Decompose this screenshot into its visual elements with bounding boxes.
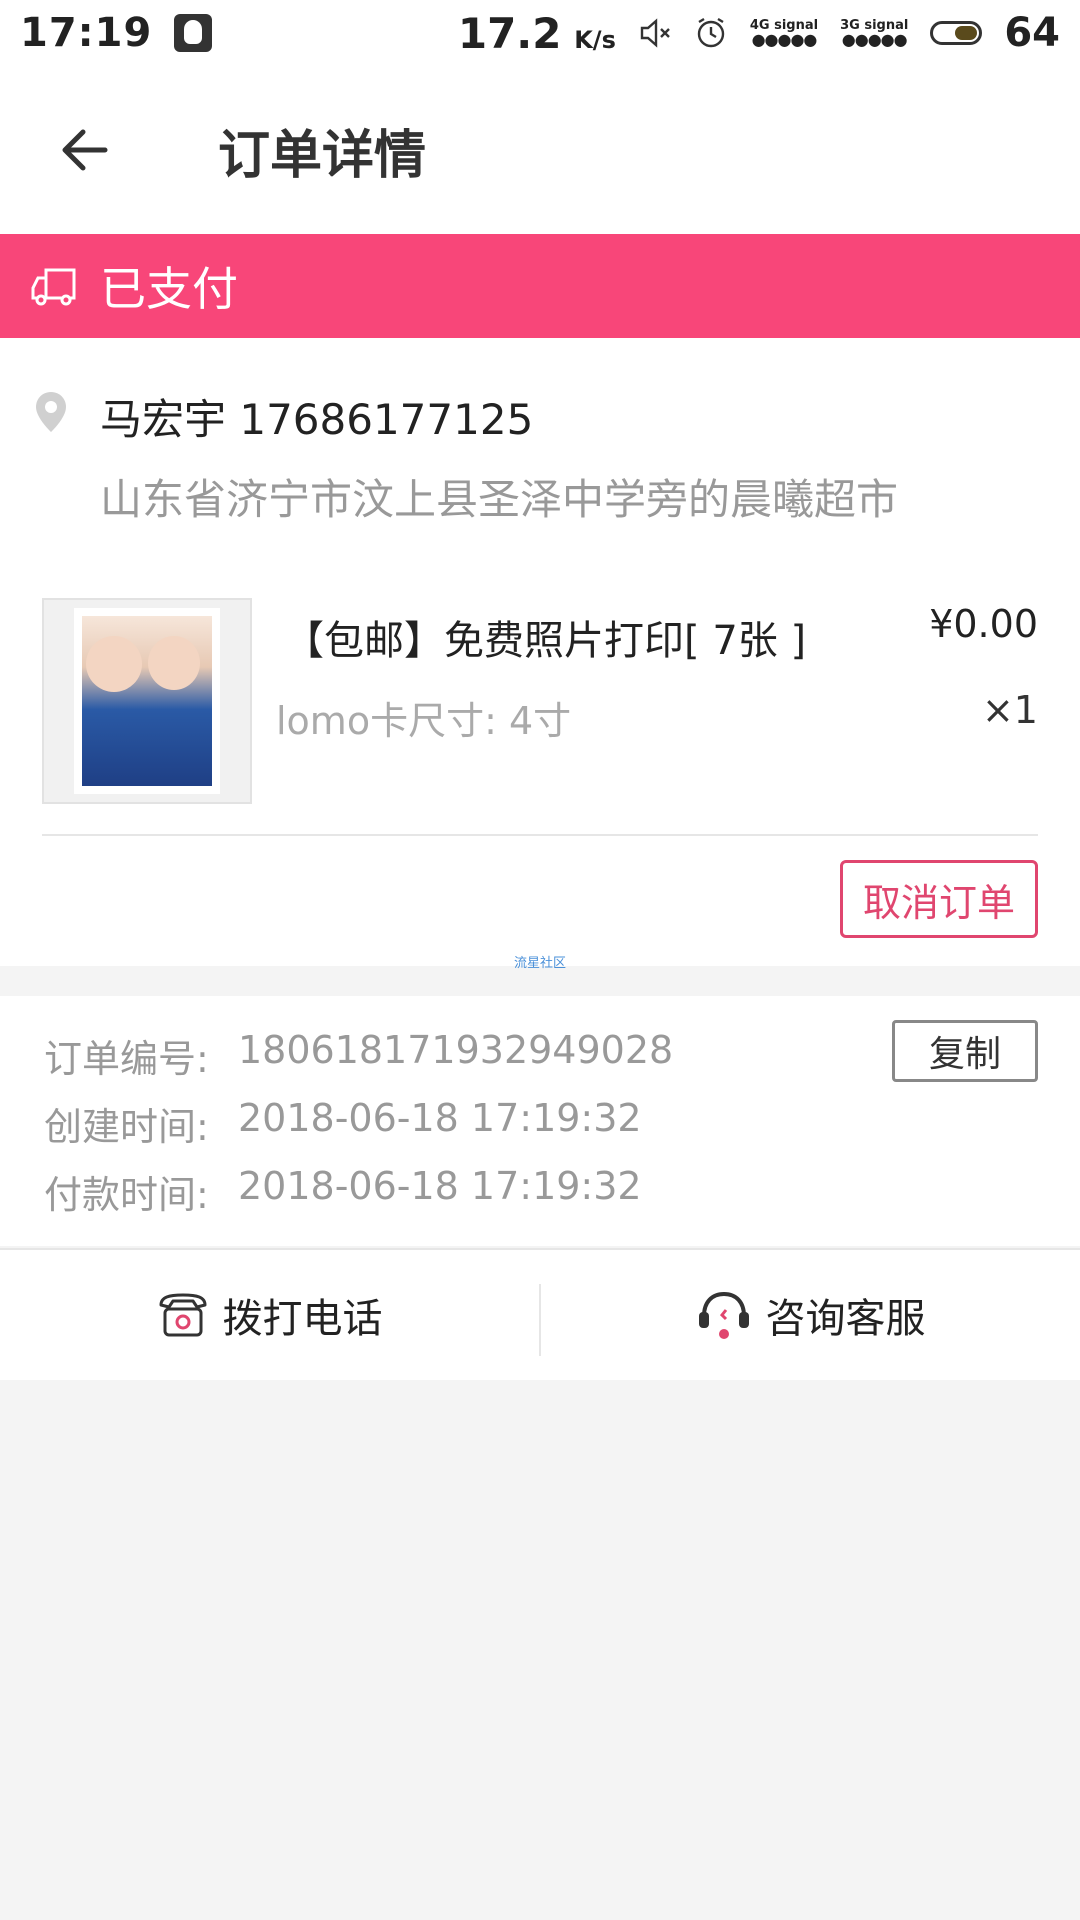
paid-time-value: 2018-06-18 17:19:32 xyxy=(238,1164,642,1208)
network-speed-value: 17.2 xyxy=(457,8,562,58)
headset-icon xyxy=(698,1291,749,1339)
network-speed: 17.2 K/s xyxy=(458,9,616,58)
product-quantity: ×1 xyxy=(981,688,1038,732)
location-pin-icon xyxy=(36,392,66,432)
signal-3g-icon: 3G signal ●●●●● xyxy=(840,18,909,49)
product-thumbnail[interactable] xyxy=(42,598,252,804)
qq-notification-icon xyxy=(174,14,213,52)
watermark-text: 流星社区 xyxy=(514,956,567,971)
order-detail-page: 17:19 17.2 K/s 4G signal ●●●●● 3G signal xyxy=(0,0,1080,1920)
recipient-address: 山东省济宁市汶上县圣泽中学旁的晨曦超市 xyxy=(100,475,899,524)
product-card: 【包邮】免费照片打印[ 7张 ] lomo卡尺寸: 4寸 ¥0.00 ×1 取消… xyxy=(0,558,1080,971)
recipient-name-phone: 马宏宇 17686177125 xyxy=(100,395,534,444)
page-title: 订单详情 xyxy=(218,125,427,186)
order-info: 订单编号: 180618171932949028 复制 创建时间: 2018-0… xyxy=(0,996,1080,1246)
back-button[interactable] xyxy=(0,66,170,234)
order-number-value: 180618171932949028 xyxy=(238,1028,674,1072)
arrow-left-icon xyxy=(62,129,108,171)
copy-order-number-button[interactable]: 复制 xyxy=(892,1020,1038,1082)
customer-service-label: 咨询客服 xyxy=(765,1296,926,1342)
divider xyxy=(42,834,1038,836)
order-number-row: 订单编号: 180618171932949028 xyxy=(44,1028,673,1083)
truck-icon xyxy=(31,268,76,306)
status-bar: 17:19 17.2 K/s 4G signal ●●●●● 3G signal xyxy=(0,0,1080,66)
call-label: 拨打电话 xyxy=(222,1296,383,1342)
status-right-group: 17.2 K/s 4G signal ●●●●● 3G signal ●●●●● xyxy=(458,9,1060,58)
created-time-row: 创建时间: 2018-06-18 17:19:32 xyxy=(44,1096,642,1151)
product-price: ¥0.00 xyxy=(929,602,1038,646)
telephone-icon xyxy=(159,1293,206,1337)
paid-time-label: 付款时间: xyxy=(44,1173,209,1217)
mute-icon xyxy=(640,18,670,48)
status-time: 17:19 xyxy=(20,10,153,56)
signal-4g-icon: 4G signal ●●●●● xyxy=(749,18,819,49)
cancel-order-button[interactable]: 取消订单 xyxy=(840,860,1038,938)
customer-service-button[interactable]: 咨询客服 xyxy=(541,1250,1080,1380)
battery-icon xyxy=(930,21,983,45)
network-speed-unit: K/s xyxy=(574,25,616,54)
shipping-address: 马宏宇 17686177125 山东省济宁市汶上县圣泽中学旁的晨曦超市 xyxy=(0,338,1080,558)
alarm-icon xyxy=(697,17,725,48)
product-spec: lomo卡尺寸: 4寸 xyxy=(276,699,572,743)
battery-level: 64 xyxy=(1004,10,1060,56)
created-time-value: 2018-06-18 17:19:32 xyxy=(238,1096,642,1140)
bottom-action-bar: 拨打电话 咨询客服 xyxy=(0,1248,1080,1380)
order-number-label: 订单编号: xyxy=(44,1037,209,1081)
product-title: 【包邮】免费照片打印[ 7张 ] xyxy=(284,618,807,664)
created-time-label: 创建时间: xyxy=(44,1105,209,1149)
order-status-label: 已支付 xyxy=(100,262,238,316)
app-header: 订单详情 xyxy=(0,66,1080,234)
photo-image xyxy=(82,616,212,786)
order-status-banner: 已支付 xyxy=(0,234,1080,338)
call-button[interactable]: 拨打电话 xyxy=(0,1250,539,1380)
paid-time-row: 付款时间: 2018-06-18 17:19:32 xyxy=(44,1164,642,1219)
product-photo xyxy=(74,608,220,794)
